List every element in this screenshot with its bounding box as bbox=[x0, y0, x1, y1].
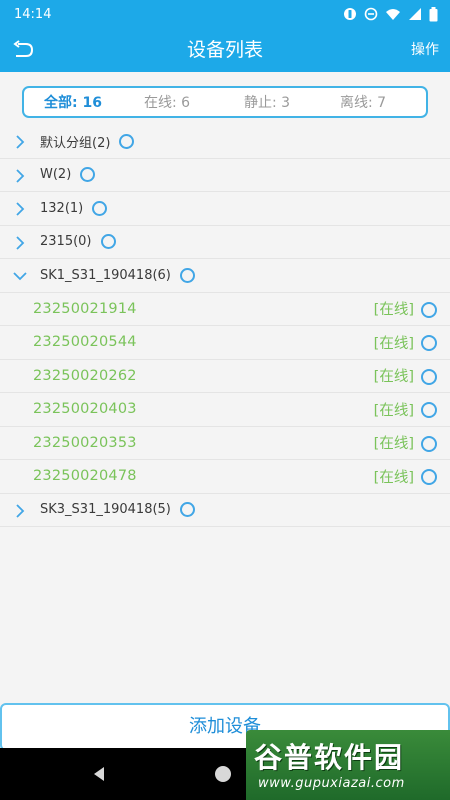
device-status: [在线] bbox=[373, 436, 414, 453]
phone-screen: 14:14 设备列表 操作 全部: 16 在线: 6 静止: 3 离线: 7 默… bbox=[0, 0, 450, 800]
wifi-icon bbox=[386, 9, 400, 20]
circle-select-icon[interactable] bbox=[179, 502, 195, 518]
filter-offline[interactable]: 离线: 7 bbox=[340, 92, 386, 112]
device-id: 23250020403 bbox=[33, 401, 137, 418]
device-row[interactable]: 23250020478 [在线] bbox=[0, 460, 450, 494]
status-icons bbox=[343, 6, 438, 22]
page-title: 设备列表 bbox=[186, 39, 263, 61]
circle-select-icon[interactable] bbox=[421, 368, 437, 385]
group-label: 132(1) bbox=[40, 200, 108, 216]
device-status: [在线] bbox=[373, 335, 414, 352]
group-row-default[interactable]: 默认分组(2) bbox=[0, 125, 450, 159]
group-label: SK1_S31_190418(6) bbox=[40, 267, 195, 283]
status-bar: 14:14 bbox=[0, 0, 450, 28]
filter-all[interactable]: 全部: 16 bbox=[44, 92, 144, 112]
app-header: 设备列表 操作 bbox=[0, 28, 450, 72]
group-label: W(2) bbox=[40, 167, 96, 183]
group-row-132[interactable]: 132(1) bbox=[0, 192, 450, 226]
watermark-url: www.gupuxiazai.com bbox=[258, 776, 405, 791]
device-row[interactable]: 23250020403 [在线] bbox=[0, 393, 450, 427]
group-name: SK3_S31_190418(5) bbox=[40, 502, 171, 518]
circle-select-icon[interactable] bbox=[92, 200, 108, 216]
summary-filter-bar: 全部: 16 在线: 6 静止: 3 离线: 7 bbox=[22, 86, 428, 118]
device-list: 默认分组(2) W(2) 132(1) 2315(0) SK1_S31_1904… bbox=[0, 125, 450, 527]
circle-select-icon[interactable] bbox=[421, 301, 437, 318]
device-id: 23250021914 bbox=[33, 300, 137, 317]
chevron-right-icon bbox=[16, 235, 25, 250]
group-label: 默认分组(2) bbox=[40, 132, 135, 151]
group-name: W(2) bbox=[40, 167, 72, 183]
device-id: 23250020262 bbox=[33, 367, 137, 384]
do-not-disturb-icon bbox=[364, 7, 378, 21]
watermark-brand: 谷普软件园 bbox=[254, 741, 405, 774]
circle-select-icon[interactable] bbox=[179, 267, 195, 283]
device-status: [在线] bbox=[373, 302, 414, 319]
status-time: 14:14 bbox=[14, 6, 52, 22]
filter-online[interactable]: 在线: 6 bbox=[144, 92, 244, 112]
chevron-right-icon bbox=[16, 503, 25, 518]
summary-section: 全部: 16 在线: 6 静止: 3 离线: 7 bbox=[0, 72, 450, 128]
group-label: SK3_S31_190418(5) bbox=[40, 502, 195, 518]
group-name: 132(1) bbox=[40, 200, 84, 216]
device-id: 23250020544 bbox=[33, 334, 137, 351]
device-row[interactable]: 23250020262 [在线] bbox=[0, 359, 450, 393]
device-row[interactable]: 23250020353 [在线] bbox=[0, 426, 450, 460]
circle-select-icon[interactable] bbox=[421, 402, 437, 418]
device-id: 23250020478 bbox=[33, 468, 137, 485]
nav-home-icon[interactable] bbox=[215, 766, 231, 782]
chevron-right-icon bbox=[16, 168, 25, 183]
device-status: [在线] bbox=[373, 402, 414, 419]
chevron-down-icon bbox=[13, 272, 27, 281]
chevron-right-icon bbox=[16, 202, 25, 216]
group-row-sk3[interactable]: SK3_S31_190418(5) bbox=[0, 493, 450, 527]
group-name: 默认分组(2) bbox=[40, 135, 111, 151]
filter-static[interactable]: 静止: 3 bbox=[244, 92, 340, 112]
device-status: [在线] bbox=[373, 369, 414, 386]
group-row-w[interactable]: W(2) bbox=[0, 158, 450, 192]
nav-back-icon[interactable] bbox=[90, 765, 108, 783]
group-name: SK1_S31_190418(6) bbox=[40, 267, 171, 283]
signal-icon bbox=[409, 8, 421, 20]
circle-select-icon[interactable] bbox=[421, 335, 437, 351]
circle-select-icon[interactable] bbox=[100, 234, 116, 250]
circle-select-icon[interactable] bbox=[421, 469, 437, 485]
group-row-2315[interactable]: 2315(0) bbox=[0, 225, 450, 259]
vibrate-icon bbox=[344, 8, 356, 20]
device-row[interactable]: 23250020544 [在线] bbox=[0, 326, 450, 360]
chevron-right-icon bbox=[16, 135, 25, 149]
watermark-logo: 谷普软件园 www.gupuxiazai.com bbox=[246, 730, 450, 800]
circle-select-icon[interactable] bbox=[421, 435, 437, 452]
battery-icon bbox=[429, 6, 438, 21]
device-status: [在线] bbox=[373, 469, 414, 486]
group-row-sk1-expanded[interactable]: SK1_S31_190418(6) bbox=[0, 259, 450, 293]
device-row[interactable]: 23250021914 [在线] bbox=[0, 292, 450, 326]
circle-select-icon[interactable] bbox=[119, 133, 135, 149]
group-name: 2315(0) bbox=[40, 234, 92, 250]
operation-button[interactable]: 操作 bbox=[411, 28, 439, 72]
circle-select-icon[interactable] bbox=[80, 167, 96, 183]
device-id: 23250020353 bbox=[33, 434, 137, 451]
group-label: 2315(0) bbox=[40, 234, 116, 250]
